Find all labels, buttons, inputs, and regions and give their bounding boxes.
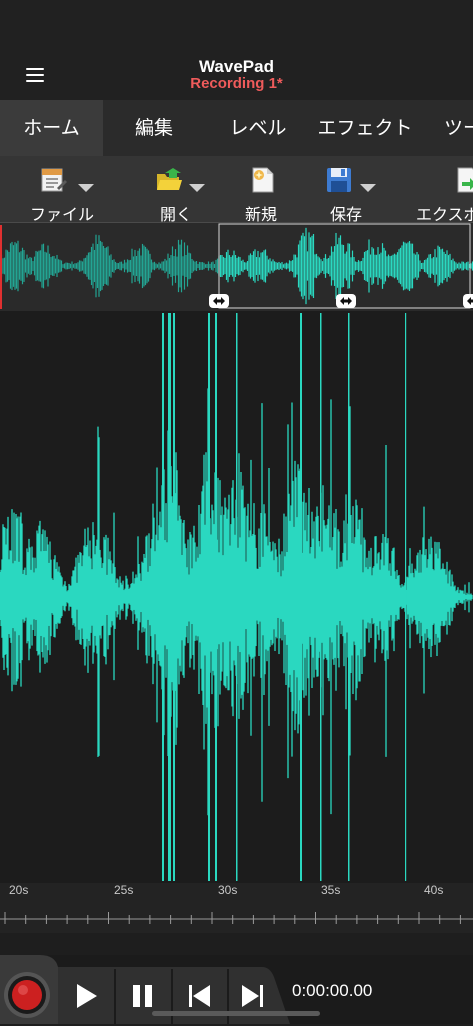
app-title: WavePad [199, 57, 274, 76]
resize-horizontal-icon [340, 297, 352, 305]
waveform-overview[interactable] [0, 223, 473, 311]
waveform-peak [162, 313, 164, 881]
chevron-down-icon [78, 184, 94, 192]
open-folder-icon [157, 168, 182, 190]
tab-home[interactable]: ホーム [0, 100, 103, 156]
home-indicator [152, 1011, 320, 1016]
tab-effects[interactable]: エフェクト [312, 100, 418, 156]
time-counter: 0:00:00.00 [292, 981, 373, 1000]
save-label: 保存 [330, 207, 363, 223]
resize-horizontal-icon [467, 297, 473, 305]
new-file-icon [252, 167, 274, 193]
resize-horizontal-icon [213, 297, 225, 305]
waveform-peak [208, 313, 210, 881]
record-icon [4, 972, 50, 1018]
ruler-ticks [0, 912, 473, 924]
selection-start-handle[interactable] [209, 294, 229, 308]
record-button[interactable] [0, 959, 56, 1021]
overview-waveform-graphic [0, 223, 473, 309]
open-label: 開く [160, 207, 193, 223]
open-button[interactable]: 開く [155, 156, 211, 222]
play-icon [77, 984, 97, 1008]
waveform-peak [236, 313, 238, 881]
chevron-down-icon [360, 184, 376, 192]
waveform-peak [300, 313, 302, 881]
save-button[interactable]: 保存 [325, 156, 381, 222]
export-button[interactable]: エクスポ [416, 156, 473, 222]
new-label: 新規 [245, 207, 278, 223]
ribbon-tabs: ホーム 編集 レベル エフェクト ツー [0, 100, 473, 156]
waveform-peak [320, 313, 322, 881]
main-waveform[interactable] [0, 311, 473, 883]
home-toolbar: ファイル 開く 新規 保存 エクス [0, 156, 473, 223]
file-icon [41, 168, 67, 192]
new-button[interactable]: 新規 [245, 156, 285, 222]
tab-levels[interactable]: レベル [206, 100, 310, 156]
waveform-peak [173, 313, 175, 881]
document-title: Recording 1* [190, 75, 283, 92]
title-bar: WavePad Recording 1* [0, 0, 473, 100]
selection-end-handle[interactable] [463, 294, 473, 308]
save-disk-icon [327, 168, 351, 192]
selection-mid-handle[interactable] [336, 294, 356, 308]
export-icon [457, 167, 473, 193]
tab-tools[interactable]: ツー [444, 100, 473, 156]
tab-edit[interactable]: 編集 [104, 100, 204, 156]
file-button[interactable]: ファイル [28, 156, 104, 222]
file-label: ファイル [30, 207, 95, 223]
waveform-peak [215, 313, 217, 881]
time-ruler[interactable]: 20s 25s 30s 35s 40s [0, 883, 473, 933]
chevron-down-icon [189, 184, 205, 192]
export-label: エクスポ [416, 207, 473, 223]
waveform-peak [405, 313, 407, 881]
waveform-peak [168, 313, 171, 881]
play-button[interactable] [64, 977, 110, 1021]
main-waveform-graphic [0, 313, 473, 881]
waveform-peak [348, 313, 350, 881]
